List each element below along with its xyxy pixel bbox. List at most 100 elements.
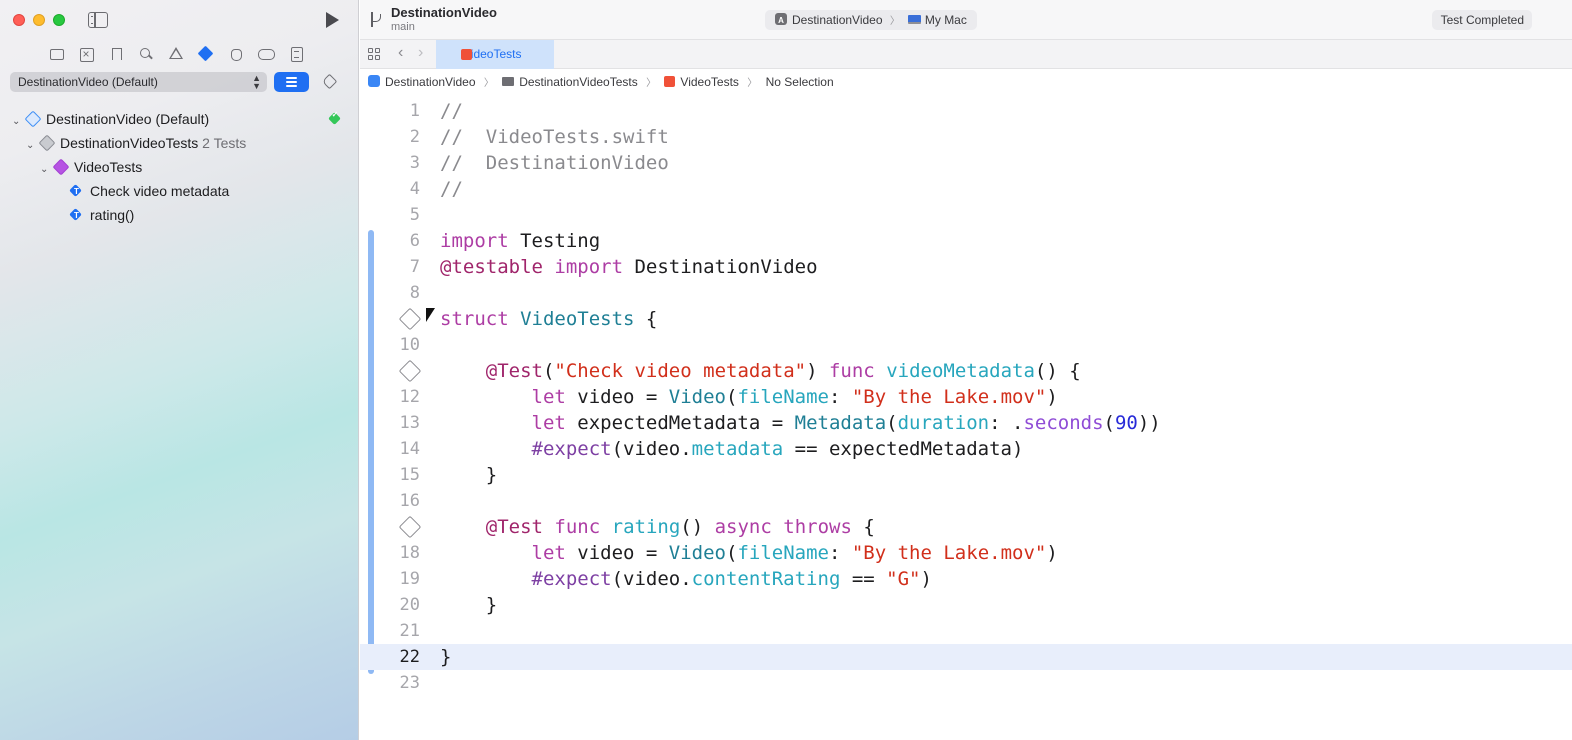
close-window-button[interactable] [13,14,25,26]
code-line[interactable]: 15 } [360,462,1572,488]
warning-icon[interactable] [166,44,186,64]
code-text: struct VideoTests { [440,306,657,332]
breadcrumb-file[interactable]: VideoTests [664,75,739,89]
code-line[interactable]: 8 [360,280,1572,306]
code-line[interactable]: 12 let video = Video(fileName: "By the L… [360,384,1572,410]
breadcrumb-project[interactable]: DestinationVideo [368,75,476,89]
tree-item-test-bundle[interactable]: ⌄ DestinationVideoTests 2 Tests [26,132,246,154]
sidebar-toggle-icon[interactable] [88,12,108,28]
report-icon[interactable] [286,44,306,64]
tree-item-label: rating() [90,207,135,223]
breadcrumb-selection[interactable]: No Selection [766,75,834,89]
tree-item-test[interactable]: Check video metadata [70,180,229,203]
code-line[interactable]: 2 // VideoTests.swift [360,124,1572,150]
code-token: (video. [611,438,692,460]
code-token: fileName [737,542,829,564]
breadcrumb-folder[interactable]: DestinationVideoTests [502,75,638,89]
run-test-diamond-icon[interactable] [398,307,422,331]
scheme-name[interactable]: DestinationVideo [792,13,883,27]
project-title[interactable]: DestinationVideo [391,5,497,20]
destination-name[interactable]: My Mac [925,13,967,27]
code-token: seconds [1023,412,1104,434]
tag-icon[interactable] [321,74,337,90]
test-plan-selector[interactable]: DestinationVideo (Default) ▲ ▼ [10,72,267,92]
chevron-down-icon[interactable]: ⌄ [12,111,22,133]
debug-icon[interactable] [226,44,246,64]
run-button[interactable] [324,12,340,28]
tab-videotests[interactable]: VideoTests [436,40,554,69]
code-line[interactable]: 19 #expect(video.contentRating == "G") [360,566,1572,592]
run-test-diamond-icon[interactable] [398,515,422,539]
code-line[interactable]: @Test func rating() async throws { [360,514,1572,540]
tree-item-test[interactable]: rating() [70,204,135,227]
code-line[interactable]: 1 // [360,98,1572,124]
chevron-down-icon[interactable]: ⌄ [26,135,36,157]
source-editor[interactable]: 1 // 2 // VideoTests.swift 3 // DestinationVi… [360,96,1572,740]
code-line[interactable]: 16 [360,488,1572,514]
chevron-down-icon[interactable]: ⌄ [40,159,50,181]
code-token: import [554,256,624,278]
code-token: let [531,542,566,564]
filter-list-button[interactable] [274,72,309,92]
code-line[interactable]: 18 let video = Video(fileName: "By the L… [360,540,1572,566]
bookmark-icon[interactable] [106,44,126,64]
code-token: ( [726,386,738,408]
code-line[interactable]: 10 [360,332,1572,358]
code-line[interactable]: 14 #expect(video.metadata == expectedMet… [360,436,1572,462]
zoom-window-button[interactable] [53,14,65,26]
test-passed-icon[interactable] [329,110,341,125]
code-line[interactable]: @Test("Check video metadata") func video… [360,358,1572,384]
code-token: } [440,464,498,486]
code-token: : [828,386,852,408]
run-test-diamond-icon[interactable] [398,359,422,383]
code-token: ( [542,360,555,382]
code-line[interactable]: 6 import Testing [360,228,1572,254]
code-token: Video [668,386,726,408]
code-token: ) [1046,386,1058,408]
code-token: async [714,516,772,538]
code-token: "By the Lake.mov" [851,542,1047,564]
tree-item-test-suite[interactable]: ⌄ VideoTests [40,156,142,178]
scheme-destination-selector[interactable]: DestinationVideo 〉 My Mac [765,10,977,31]
source-control-icon[interactable] [76,44,96,64]
breakpoint-icon[interactable] [256,44,276,64]
code-token: : . [989,412,1024,434]
line-number: 5 [409,205,420,225]
related-items-icon[interactable] [368,48,381,61]
line-number: 16 [399,491,420,511]
search-icon[interactable] [136,44,156,64]
chevron-updown-icon: ▲ ▼ [252,73,261,91]
code-line[interactable]: 23 [360,670,1572,696]
test-suite-icon [54,160,68,174]
tree-item-label: DestinationVideoTests [60,135,199,151]
forward-arrow-icon[interactable]: › [418,44,423,62]
code-token: : [828,542,852,564]
code-line[interactable]: 22} [360,644,1572,670]
code-line[interactable]: 4 // [360,176,1572,202]
back-arrow-icon[interactable]: ‹ [398,44,403,62]
code-line[interactable]: 5 [360,202,1572,228]
code-token: 90 [1114,412,1138,434]
minimize-window-button[interactable] [33,14,45,26]
code-token: ) [920,568,932,590]
folder-icon[interactable] [46,44,66,64]
code-line[interactable]: struct VideoTests { [360,306,1572,332]
line-number: 8 [409,283,420,303]
tree-item-test-plan[interactable]: ⌄ DestinationVideo (Default) [12,108,209,130]
test-icon[interactable] [196,44,216,64]
editor-tab-bar: ‹ › VideoTests [360,40,1572,69]
code-line[interactable]: 7 @testable import DestinationVideo [360,254,1572,280]
code-token: @testable [440,256,543,278]
branch-name[interactable]: main [391,21,415,33]
code-token: { [851,516,875,538]
code-line[interactable]: 13 let expectedMetadata = Metadata(durat… [360,410,1572,436]
code-line[interactable]: 21 [360,618,1572,644]
code-text: let expectedMetadata = Metadata(duration… [440,410,1161,436]
code-line[interactable]: 20 } [360,592,1572,618]
code-line[interactable]: 3 // DestinationVideo [360,150,1572,176]
